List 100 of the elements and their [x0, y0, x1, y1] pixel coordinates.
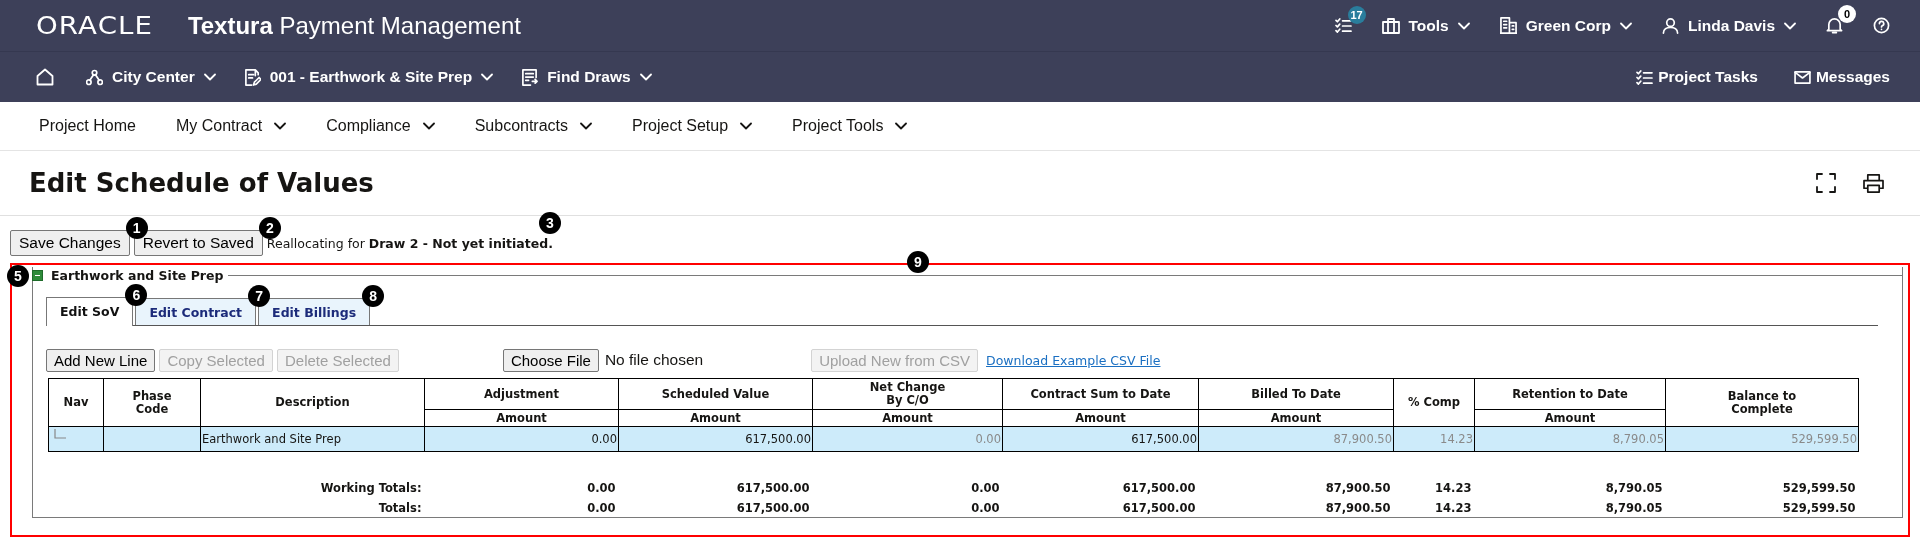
caret-icon [203, 73, 216, 81]
choose-file-button[interactable]: Choose File [502, 348, 599, 372]
table-cell: 0.00 [424, 426, 619, 452]
caret-icon [1457, 21, 1470, 30]
caret-icon [580, 122, 593, 130]
caret-icon [895, 122, 908, 130]
column-header: Billed To Date [1198, 378, 1394, 410]
callout-marker: 2 [258, 216, 281, 239]
download-link[interactable]: Download Example CSV File [986, 352, 1161, 368]
nav-menu-item[interactable]: Project Home [39, 117, 136, 135]
nav-menu-item[interactable]: Compliance [326, 117, 435, 135]
bell-icon [1826, 17, 1843, 34]
caret-icon [481, 73, 494, 81]
column-header: Retention to Date [1474, 378, 1666, 410]
total-value: 0.00 [970, 480, 1001, 497]
toolbar-button[interactable]: Add New Line [46, 348, 156, 372]
callout-marker: 8 [362, 285, 385, 307]
total-value: 14.23 [1434, 500, 1473, 517]
totals-label: Working Totals: [319, 480, 423, 497]
project-menu-button[interactable]: Find Draws [521, 68, 652, 86]
notifications-button[interactable] [1826, 17, 1843, 34]
nav-menu-item[interactable]: Project Setup [632, 117, 753, 135]
total-value: 617,500.00 [1121, 500, 1197, 517]
count-badge: 17 [1347, 6, 1366, 24]
table-cell: Earthwork and Site Prep [200, 426, 425, 452]
table-cell: 8,790.05 [1474, 426, 1666, 452]
logo-text: ORACLE [36, 13, 154, 38]
total-value: 87,900.50 [1324, 480, 1392, 497]
nav-menu-item[interactable]: Subcontracts [474, 117, 593, 135]
caret-icon [639, 73, 652, 81]
total-value: 529,599.50 [1781, 480, 1857, 497]
list-document-icon [521, 68, 539, 86]
home-icon [36, 68, 54, 86]
project-menu-button[interactable]: 001 - Earthwork & Site Prep [243, 68, 494, 86]
total-value: 8,790.05 [1604, 500, 1664, 517]
caret-icon [422, 122, 435, 130]
home-button[interactable] [36, 68, 54, 86]
nav-menu-item[interactable]: My Contract [175, 117, 287, 135]
header-menu-button[interactable]: Linda Davis [1662, 16, 1796, 35]
project-link[interactable]: Project Tasks [1636, 68, 1758, 86]
project-menu-button[interactable]: City Center [86, 68, 216, 86]
table-cell: 617,500.00 [1002, 426, 1199, 452]
total-value: 0.00 [970, 500, 1001, 517]
help-icon [1873, 17, 1890, 34]
caret-icon [740, 122, 753, 130]
table-cell: 0.00 [812, 426, 1003, 452]
building-icon [1499, 17, 1517, 34]
total-value: 0.00 [586, 500, 617, 517]
column-subheader: Amount [1002, 409, 1199, 427]
callout-marker: 5 [7, 264, 29, 287]
tree-connector-icon [54, 429, 66, 439]
table-cell: 87,900.50 [1198, 426, 1394, 452]
count-badge: 0 [1838, 5, 1856, 23]
caret-icon [1620, 21, 1632, 30]
callout-marker: 3 [538, 212, 561, 234]
total-value: 529,599.50 [1781, 500, 1857, 517]
callout-marker: 1 [125, 216, 148, 239]
tab[interactable]: Edit SoV [46, 297, 134, 326]
checklist-icon [1636, 69, 1654, 85]
total-value: 617,500.00 [735, 500, 811, 517]
column-subheader: Amount [424, 409, 619, 427]
print-icon [1863, 173, 1884, 193]
caret-icon [1784, 21, 1796, 30]
caret-icon [274, 122, 287, 130]
callout-marker: 9 [907, 251, 929, 273]
project-link[interactable]: Messages [1793, 68, 1890, 86]
print-button[interactable] [1863, 173, 1884, 193]
app-title: Textura Payment Management [187, 11, 521, 40]
checklist-icon [1334, 18, 1352, 33]
column-header: Balance to Complete [1665, 378, 1859, 427]
network-icon [86, 68, 103, 86]
totals-label: Totals: [377, 500, 423, 517]
callout-marker: 6 [125, 284, 148, 306]
table-cell: 617,500.00 [618, 426, 813, 452]
user-icon [1662, 17, 1679, 34]
envelope-icon [1793, 70, 1811, 84]
header-menu-button[interactable]: Green Corp [1499, 16, 1632, 35]
nav-menu-item[interactable]: Project Tools [792, 117, 908, 135]
header-menu-button[interactable]: Tools [1381, 16, 1470, 35]
total-value: 87,900.50 [1324, 500, 1392, 517]
tasks-button[interactable] [1334, 18, 1352, 33]
total-value: 8,790.05 [1604, 480, 1664, 497]
column-header: Nav [48, 378, 104, 427]
column-header: Net Change By C/O [812, 378, 1003, 410]
fullscreen-button[interactable] [1816, 173, 1836, 193]
column-header: Description [200, 378, 425, 427]
help-button[interactable] [1873, 17, 1890, 34]
collapse-toggle[interactable] [32, 269, 43, 281]
column-subheader: Amount [618, 409, 813, 427]
column-header: Phase Code [103, 378, 201, 427]
action-button[interactable]: Save Changes [10, 229, 130, 256]
column-header: Scheduled Value [618, 378, 813, 410]
briefcase-icon [1381, 17, 1400, 34]
file-status-text: No file chosen [604, 351, 704, 369]
total-value: 617,500.00 [735, 480, 811, 497]
total-value: 14.23 [1434, 480, 1473, 497]
table-cell: 14.23 [1393, 426, 1475, 452]
callout-marker: 7 [248, 285, 271, 307]
section-title: Earthwork and Site Prep [51, 267, 224, 283]
total-value: 0.00 [586, 480, 617, 497]
